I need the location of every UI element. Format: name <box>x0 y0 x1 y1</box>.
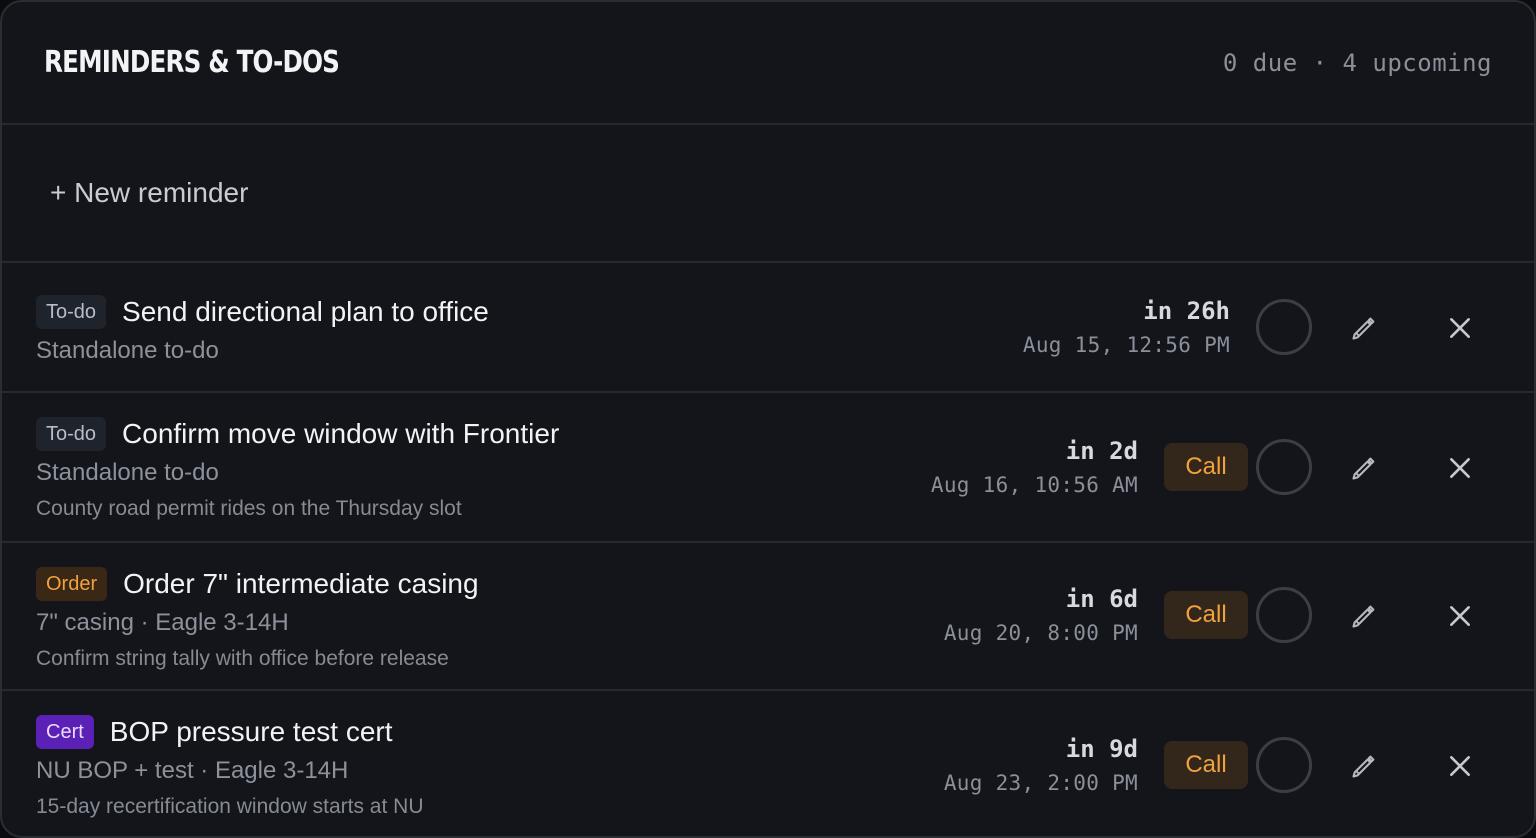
type-badge: To-do <box>36 417 107 451</box>
reminder-note: Confirm string tally with office before … <box>36 647 449 670</box>
panel-header: REMINDERS & TO-DOS 0 due · 4 upcoming <box>2 2 1534 125</box>
due-time: in 2d Aug 16, 10:56 AM <box>931 437 1138 497</box>
due-absolute: Aug 20, 8:00 PM <box>943 621 1138 645</box>
call-button[interactable]: Call <box>1164 591 1248 639</box>
due-time: in 26h Aug 15, 12:56 PM <box>1023 297 1230 357</box>
new-reminder-row: + New reminder <box>2 125 1534 263</box>
close-icon[interactable] <box>1440 596 1480 636</box>
reminder-title: Confirm move window with Frontier <box>122 418 560 449</box>
call-button[interactable]: Call <box>1164 443 1248 491</box>
close-icon[interactable] <box>1440 308 1480 348</box>
close-icon[interactable] <box>1440 746 1480 786</box>
call-button[interactable]: Call <box>1164 741 1248 789</box>
due-time: in 6d Aug 20, 8:00 PM <box>944 585 1138 645</box>
reminder-row: To-do Confirm move window with Frontier … <box>2 393 1534 543</box>
reminder-info: Cert BOP pressure test cert NU BOP + tes… <box>36 715 424 819</box>
reminder-info: To-do Confirm move window with Frontier … <box>36 417 559 521</box>
due-absolute: Aug 23, 2:00 PM <box>943 771 1138 795</box>
due-absolute: Aug 16, 10:56 AM <box>930 473 1138 497</box>
complete-toggle[interactable] <box>1256 737 1312 793</box>
due-relative: in 26h <box>1143 297 1230 325</box>
complete-toggle[interactable] <box>1256 439 1312 495</box>
reminder-row: Order Order 7" intermediate casing 7" ca… <box>2 543 1534 691</box>
pencil-icon[interactable] <box>1344 308 1384 348</box>
reminder-note: 15-day recertification window starts at … <box>36 795 424 818</box>
reminder-title: BOP pressure test cert <box>109 716 393 747</box>
pencil-icon[interactable] <box>1344 596 1384 636</box>
due-time: in 9d Aug 23, 2:00 PM <box>944 735 1138 795</box>
reminder-info: Order Order 7" intermediate casing 7" ca… <box>36 567 479 671</box>
reminder-subtitle: 7" casing · Eagle 3-14H <box>36 609 289 636</box>
reminders-panel: REMINDERS & TO-DOS 0 due · 4 upcoming + … <box>0 0 1536 838</box>
close-icon[interactable] <box>1440 448 1480 488</box>
reminder-title: Order 7" intermediate casing <box>123 568 479 599</box>
due-absolute: Aug 15, 12:56 PM <box>1022 333 1230 357</box>
reminder-subtitle: Standalone to-do <box>36 337 219 364</box>
type-badge: Cert <box>36 715 94 749</box>
reminder-title: Send directional plan to office <box>122 296 489 327</box>
panel-title: REMINDERS & TO-DOS <box>44 45 340 80</box>
reminder-info: To-do Send directional plan to office St… <box>36 295 489 365</box>
pencil-icon[interactable] <box>1344 448 1384 488</box>
reminder-subtitle: NU BOP + test · Eagle 3-14H <box>36 757 349 784</box>
reminder-subtitle: Standalone to-do <box>36 459 219 486</box>
reminder-note: County road permit rides on the Thursday… <box>36 497 462 520</box>
due-relative: in 9d <box>1065 735 1138 763</box>
reminder-row: Cert BOP pressure test cert NU BOP + tes… <box>2 691 1534 836</box>
type-badge: To-do <box>36 295 107 329</box>
due-relative: in 6d <box>1065 585 1138 613</box>
new-reminder-button[interactable]: + New reminder <box>50 177 248 209</box>
reminder-row: To-do Send directional plan to office St… <box>2 263 1534 393</box>
due-relative: in 2d <box>1065 437 1138 465</box>
reminder-summary: 0 due · 4 upcoming <box>1222 48 1492 77</box>
complete-toggle[interactable] <box>1256 587 1312 643</box>
pencil-icon[interactable] <box>1344 746 1384 786</box>
complete-toggle[interactable] <box>1256 299 1312 355</box>
type-badge: Order <box>36 567 108 601</box>
